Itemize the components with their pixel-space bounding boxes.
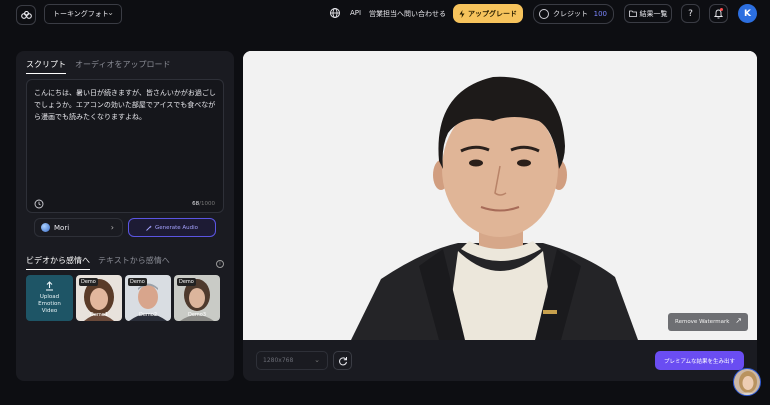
upload-icon	[46, 281, 53, 291]
upgrade-button[interactable]: アップグレード	[453, 4, 523, 23]
contact-sales-link[interactable]: 営業担当へ問い合わせる	[369, 9, 446, 19]
demo-card-2[interactable]: Demo Demo2	[125, 275, 171, 321]
results-button[interactable]: 結果一覧	[624, 4, 672, 23]
help-icon: ?	[688, 8, 693, 19]
coin-icon	[539, 9, 549, 19]
results-label: 結果一覧	[639, 9, 668, 18]
preview-panel: Remove Watermark ↗ 1280x768 ⌄ プレミアムな結果を生…	[243, 51, 757, 381]
support-avatar[interactable]	[733, 368, 761, 396]
lightning-icon	[459, 9, 465, 18]
info-icon[interactable]: i	[216, 260, 224, 268]
api-link[interactable]: API	[350, 9, 361, 17]
globe-icon[interactable]	[329, 7, 341, 19]
voice-avatar-icon	[41, 223, 50, 232]
notifications-button[interactable]	[709, 4, 728, 23]
wand-icon	[146, 225, 152, 231]
top-bar: トーキングフォト ⌄ API 営業担当へ問い合わせる アップグレード クレジット…	[0, 0, 770, 30]
voice-selector[interactable]: Mori ›	[34, 218, 123, 237]
tab-upload-audio[interactable]: オーディオをアップロード	[75, 59, 170, 74]
clock-icon[interactable]	[34, 199, 44, 209]
tab-script[interactable]: スクリプト	[26, 59, 66, 74]
tab-video-to-emotion[interactable]: ビデオから感情へ	[26, 255, 90, 270]
voice-name: Mori	[54, 223, 70, 232]
script-textarea[interactable]: こんにちは、暑い日が続きますが、皆さんいかがお過ごしでしょうか。エアコンの効いた…	[26, 79, 224, 213]
tab-text-to-emotion[interactable]: テキストから感情へ	[98, 255, 170, 270]
remove-watermark-button[interactable]: Remove Watermark ↗	[668, 313, 748, 331]
demo-card-3[interactable]: Demo Demo3	[174, 275, 220, 321]
demo-label: Demo3	[187, 312, 207, 318]
emotion-tabs: ビデオから感情へ テキストから感情へ	[26, 255, 170, 270]
help-button[interactable]: ?	[681, 4, 700, 23]
chevron-down-icon: ⌄	[107, 8, 114, 17]
chevron-right-icon: ›	[110, 223, 114, 232]
character-count: 68/1000	[192, 201, 215, 207]
refresh-icon	[338, 356, 347, 365]
upload-label: Upload Emotion Video	[38, 294, 61, 314]
demo-label: Demo1	[89, 312, 109, 318]
script-tabs: スクリプト オーディオをアップロード	[26, 59, 170, 74]
emotion-video-list: Upload Emotion Video Demo Demo1 Demo Dem…	[26, 275, 220, 321]
demo-card-1[interactable]: Demo Demo1	[76, 275, 122, 321]
generate-audio-label: Generate Audio	[154, 224, 199, 231]
portrait-image	[243, 51, 757, 340]
credit-badge[interactable]: クレジット 100	[533, 4, 614, 24]
generate-audio-button[interactable]: Generate Audio	[128, 218, 216, 237]
logo-icon[interactable]	[16, 5, 36, 25]
support-avatar-image	[734, 369, 760, 395]
demo-badge: Demo	[177, 278, 196, 286]
demo-badge: Demo	[128, 278, 147, 286]
char-count-limit: /1000	[199, 201, 215, 207]
upload-emotion-video-button[interactable]: Upload Emotion Video	[26, 275, 73, 321]
demo-label: Demo2	[138, 312, 158, 318]
chevron-down-icon: ⌄	[314, 356, 320, 364]
script-panel: スクリプト オーディオをアップロード こんにちは、暑い日が続きますが、皆さんいか…	[16, 51, 234, 381]
arrow-up-right-icon: ↗	[735, 316, 742, 325]
refresh-button[interactable]	[333, 351, 352, 370]
photo-preview: Remove Watermark ↗	[243, 51, 757, 340]
resolution-dropdown[interactable]: 1280x768 ⌄	[256, 351, 328, 370]
credit-label: クレジット	[553, 10, 588, 18]
notification-dot	[720, 8, 723, 11]
resolution-value: 1280x768	[263, 357, 294, 364]
demo-badge: Demo	[79, 278, 98, 286]
upgrade-label: アップグレード	[468, 9, 517, 18]
folder-icon	[628, 10, 637, 17]
remove-watermark-label: Remove Watermark	[675, 319, 730, 325]
generate-result-label: プレミアムな結果を生み出す	[663, 358, 736, 365]
credit-value: 100	[593, 10, 607, 18]
mode-dropdown[interactable]: トーキングフォト ⌄	[44, 4, 122, 24]
user-avatar[interactable]: K	[738, 4, 757, 23]
script-text[interactable]: こんにちは、暑い日が続きますが、皆さんいかがお過ごしでしょうか。エアコンの効いた…	[34, 87, 220, 123]
generate-premium-result-button[interactable]: プレミアムな結果を生み出す	[655, 351, 744, 370]
mode-label: トーキングフォト	[53, 10, 109, 18]
